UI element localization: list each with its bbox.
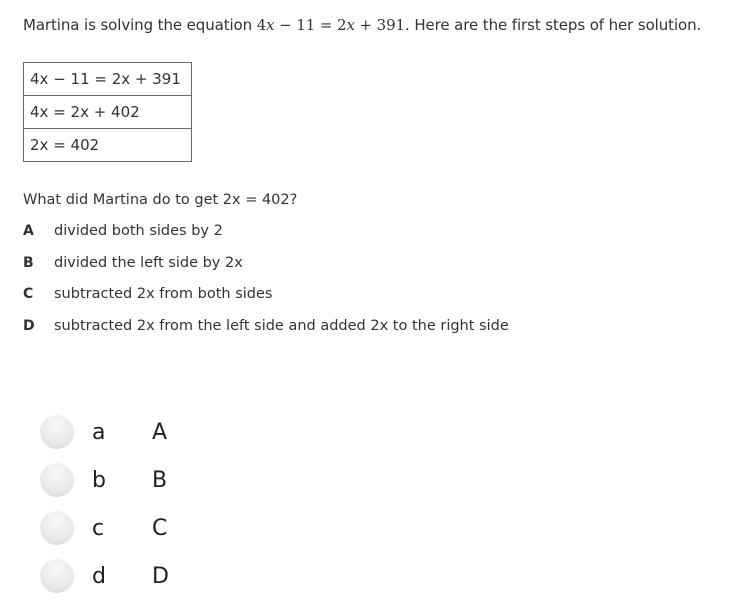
step-cell: 2x = 402 [23, 128, 192, 162]
radio-button[interactable] [40, 559, 74, 593]
table-row: 2x = 402 [23, 128, 192, 162]
answer-option-c[interactable]: c C [40, 504, 169, 552]
answer-radio-group: a A b B c C d D [40, 408, 169, 600]
radio-button[interactable] [40, 511, 74, 545]
prompt-text-after: . Here are the first steps of her soluti… [405, 16, 702, 34]
radio-button[interactable] [40, 463, 74, 497]
answer-key[interactable]: b [92, 468, 152, 493]
equation: 4x − 11 = 2x + 391 [256, 16, 405, 34]
answer-option-a[interactable]: a A [40, 408, 169, 456]
choice-item: D subtracted 2x from the left side and a… [23, 318, 509, 350]
choice-item: A divided both sides by 2 [23, 223, 509, 255]
answer-key[interactable]: a [92, 420, 152, 445]
answer-value[interactable]: D [152, 564, 169, 589]
choice-text: divided both sides by 2 [54, 223, 223, 239]
step-cell: 4x − 11 = 2x + 391 [23, 62, 192, 96]
choice-list: A divided both sides by 2 B divided the … [23, 223, 509, 349]
choice-letter: A [23, 223, 34, 239]
choice-letter: C [23, 286, 34, 302]
choice-text: divided the left side by 2x [54, 254, 243, 271]
choice-letter: B [23, 254, 34, 271]
answer-key[interactable]: c [92, 516, 152, 541]
answer-value[interactable]: B [152, 468, 167, 493]
table-row: 4x − 11 = 2x + 391 [23, 62, 192, 96]
answer-key[interactable]: d [92, 564, 152, 589]
solution-steps-table: 4x − 11 = 2x + 391 4x = 2x + 402 2x = 40… [23, 62, 192, 162]
choice-letter: D [23, 317, 35, 334]
problem-prompt: Martina is solving the equation 4x − 11 … [23, 16, 701, 34]
table-row: 4x = 2x + 402 [23, 95, 192, 129]
choice-text: subtracted 2x from the left side and add… [54, 317, 509, 334]
choice-item: C subtracted 2x from both sides [23, 286, 509, 318]
answer-option-b[interactable]: b B [40, 456, 169, 504]
prompt-text-before: Martina is solving the equation [23, 16, 257, 34]
radio-button[interactable] [40, 415, 74, 449]
choice-text: subtracted 2x from both sides [54, 286, 273, 302]
choice-item: B divided the left side by 2x [23, 255, 509, 287]
answer-option-d[interactable]: d D [40, 552, 169, 600]
answer-value[interactable]: C [152, 516, 167, 541]
question-text: What did Martina do to get 2x = 402? [23, 192, 298, 208]
step-cell: 4x = 2x + 402 [23, 95, 192, 129]
answer-value[interactable]: A [152, 420, 167, 445]
